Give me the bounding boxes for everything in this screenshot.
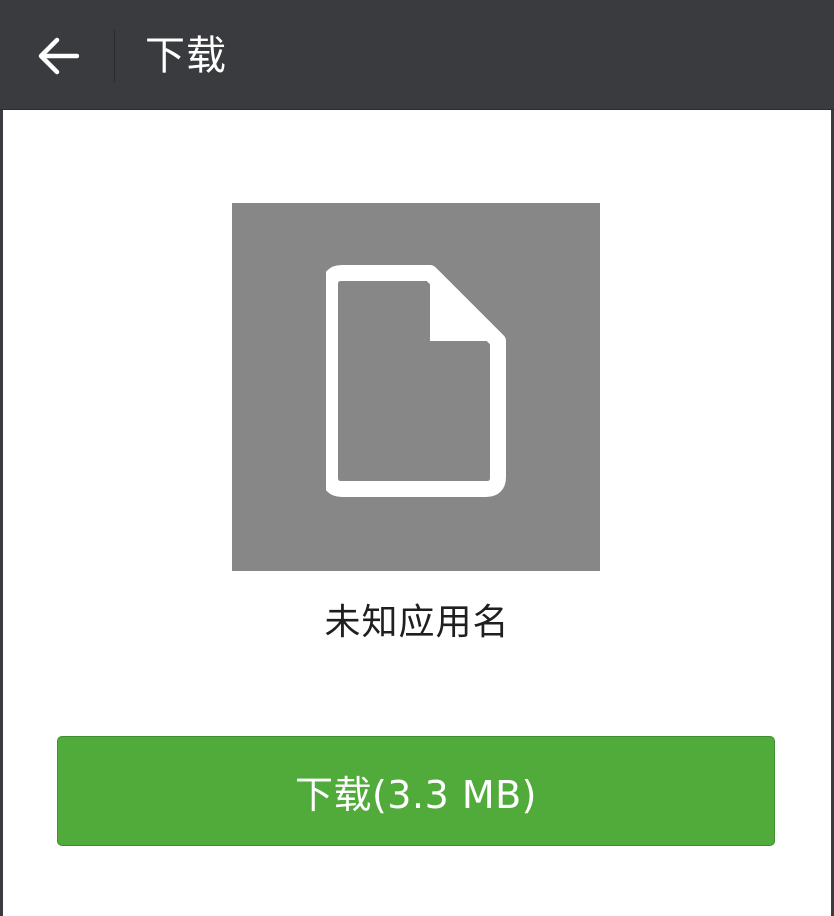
app-icon	[232, 203, 600, 571]
download-button[interactable]: 下载(3.3 MB)	[57, 736, 775, 846]
arrow-left-icon	[38, 37, 79, 75]
top-bar: 下载	[0, 0, 834, 110]
file-icon	[326, 265, 506, 497]
download-button-label: 下载(3.3 MB)	[294, 772, 538, 817]
page-title: 下载	[145, 33, 227, 79]
back-button[interactable]	[20, 18, 96, 94]
header-divider	[114, 30, 115, 82]
app-name: 未知应用名	[324, 602, 510, 643]
